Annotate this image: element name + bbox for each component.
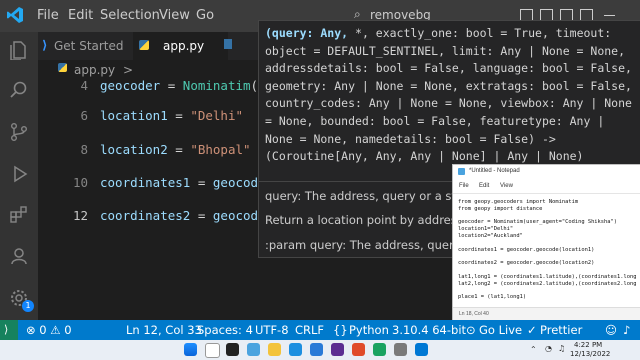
code-token: location2 bbox=[100, 142, 168, 157]
code-token: = bbox=[167, 142, 191, 157]
check-icon: ✓ bbox=[527, 323, 537, 337]
notepad-cursor-position: Ln 18, Col 40 bbox=[459, 311, 489, 317]
chrome-icon[interactable] bbox=[373, 343, 386, 356]
code-token: = bbox=[190, 175, 213, 190]
line-number: 4 bbox=[80, 78, 88, 93]
vscode-logo-icon bbox=[7, 7, 23, 23]
broadcast-icon: ⊙ bbox=[466, 323, 476, 337]
remote-indicator[interactable]: ⟩ bbox=[0, 320, 18, 340]
windows-start-icon[interactable] bbox=[184, 343, 197, 356]
code-token: = bbox=[190, 208, 213, 223]
code-token: "Delhi" bbox=[190, 108, 243, 123]
source-control-icon[interactable] bbox=[9, 122, 29, 142]
problems-indicator[interactable]: ⊗ 0 ⚠ 0 bbox=[26, 323, 72, 337]
code-token: coordinates2 bbox=[100, 208, 191, 223]
code-token: "Bhopal" bbox=[190, 142, 251, 157]
signature-part: *, exactly_one: bool = True, timeout: ob… bbox=[265, 26, 639, 164]
task-view-icon[interactable] bbox=[226, 343, 239, 356]
language-mode[interactable]: Python bbox=[349, 323, 389, 337]
notepad-menu-view[interactable]: View bbox=[500, 183, 513, 189]
hover-signature: (query: Any, *, exactly_one: bool = True… bbox=[265, 25, 637, 166]
menu-selection[interactable]: Selection bbox=[100, 8, 160, 23]
hover-doc-line: Return a location point by address. bbox=[265, 213, 467, 227]
prettier-status[interactable]: Prettier bbox=[540, 323, 582, 337]
code-token: = bbox=[160, 78, 183, 93]
code-line[interactable]: coordinates2 = geocoder. bbox=[100, 208, 281, 223]
notepad-title: *Untitled - Notepad bbox=[469, 168, 520, 174]
code-line[interactable]: location1 = "Delhi" bbox=[100, 108, 243, 123]
python-file-icon bbox=[224, 39, 232, 49]
encoding[interactable]: UTF-8 bbox=[255, 323, 289, 337]
notifications-bell-icon[interactable]: ♪ bbox=[623, 323, 630, 337]
code-line[interactable]: coordinates1 = geocoder. bbox=[100, 175, 281, 190]
tab-get-started[interactable]: ⟩ Get Started bbox=[38, 32, 133, 60]
wifi-icon[interactable]: ◔ bbox=[545, 344, 552, 353]
python-file-icon bbox=[58, 63, 67, 72]
breadcrumb-file[interactable]: app.py bbox=[74, 63, 115, 77]
update-badge: 1 bbox=[22, 300, 34, 312]
go-live-button[interactable]: Go Live bbox=[479, 323, 522, 337]
store-icon[interactable] bbox=[415, 343, 428, 356]
menu-edit[interactable]: Edit bbox=[68, 8, 93, 23]
notepad-icon bbox=[458, 168, 465, 175]
code-token: = bbox=[167, 108, 191, 123]
line-endings[interactable]: CRLF bbox=[295, 323, 324, 337]
accounts-icon[interactable] bbox=[9, 246, 29, 266]
line-number: 6 bbox=[80, 108, 88, 123]
minimize-icon[interactable] bbox=[604, 15, 615, 16]
indentation[interactable]: Spaces: 4 bbox=[197, 323, 253, 337]
status-bar: ⟩ ⊗ 0 ⚠ 0 Ln 12, Col 33 Spaces: 4 UTF-8 … bbox=[0, 320, 640, 340]
account-feedback-icon[interactable]: ☺ bbox=[605, 323, 617, 337]
windows-taskbar: ⌃ ◔ ♫ 4:22 PM 12/13/2022 bbox=[0, 340, 640, 360]
widgets-icon[interactable] bbox=[247, 343, 260, 356]
braces-icon: {} bbox=[333, 323, 348, 337]
taskbar-date[interactable]: 12/13/2022 bbox=[570, 350, 610, 358]
menu-file[interactable]: File bbox=[37, 8, 59, 23]
extensions-icon[interactable] bbox=[9, 204, 29, 224]
vscode-tab-icon: ⟩ bbox=[42, 38, 48, 52]
line-number: 12 bbox=[72, 208, 88, 223]
volume-icon[interactable]: ♫ bbox=[558, 344, 565, 353]
code-token: geocoder bbox=[100, 78, 161, 93]
line-number: 10 bbox=[72, 175, 88, 190]
activity-bar: 1 bbox=[0, 32, 38, 320]
menu-view[interactable]: View bbox=[159, 8, 190, 23]
vscode-taskbar-icon[interactable] bbox=[310, 343, 323, 356]
tab-app-py[interactable]: app.py bbox=[133, 32, 228, 60]
code-token: location1 bbox=[100, 108, 168, 123]
office-icon[interactable] bbox=[352, 343, 365, 356]
edge-browser-icon[interactable] bbox=[289, 343, 302, 356]
run-debug-icon[interactable] bbox=[9, 164, 29, 184]
taskbar-time[interactable]: 4:22 PM bbox=[574, 341, 602, 349]
code-token: coordinates1 bbox=[100, 175, 191, 190]
notepad-text-area[interactable]: from geopy.geocoders import Nominatim fr… bbox=[458, 199, 640, 307]
tab-label: app.py bbox=[163, 39, 205, 53]
breadcrumb-separator: > bbox=[123, 63, 134, 77]
notepad-menu-divider bbox=[453, 193, 640, 194]
code-line[interactable]: location2 = "Bhopal" bbox=[100, 142, 251, 157]
code-line[interactable]: geocoder = Nominatim(use bbox=[100, 78, 281, 93]
explorer-icon[interactable] bbox=[9, 40, 29, 60]
notepad-menu-edit[interactable]: Edit bbox=[479, 183, 489, 189]
notepad-menu-file[interactable]: File bbox=[459, 183, 469, 189]
python-file-icon bbox=[139, 40, 149, 50]
search-icon[interactable] bbox=[9, 80, 29, 100]
menu-go[interactable]: Go bbox=[196, 8, 214, 23]
tray-chevron-icon[interactable]: ⌃ bbox=[530, 345, 537, 354]
code-token: Nominatim bbox=[182, 78, 251, 93]
notepad-taskbar-icon[interactable] bbox=[394, 343, 407, 356]
notepad-window[interactable]: *Untitled - Notepad File Edit View from … bbox=[452, 164, 640, 322]
terminal-icon[interactable] bbox=[331, 343, 344, 356]
file-explorer-icon[interactable] bbox=[268, 343, 281, 356]
search-icon[interactable] bbox=[205, 343, 220, 358]
cursor-position[interactable]: Ln 12, Col 33 bbox=[126, 323, 202, 337]
remote-icon: ⟩ bbox=[4, 323, 9, 336]
signature-part: (query: Any, bbox=[265, 26, 356, 40]
python-interpreter[interactable]: 3.10.4 64-bit bbox=[392, 323, 466, 337]
tab-label: Get Started bbox=[54, 39, 124, 53]
line-number: 8 bbox=[80, 142, 88, 157]
